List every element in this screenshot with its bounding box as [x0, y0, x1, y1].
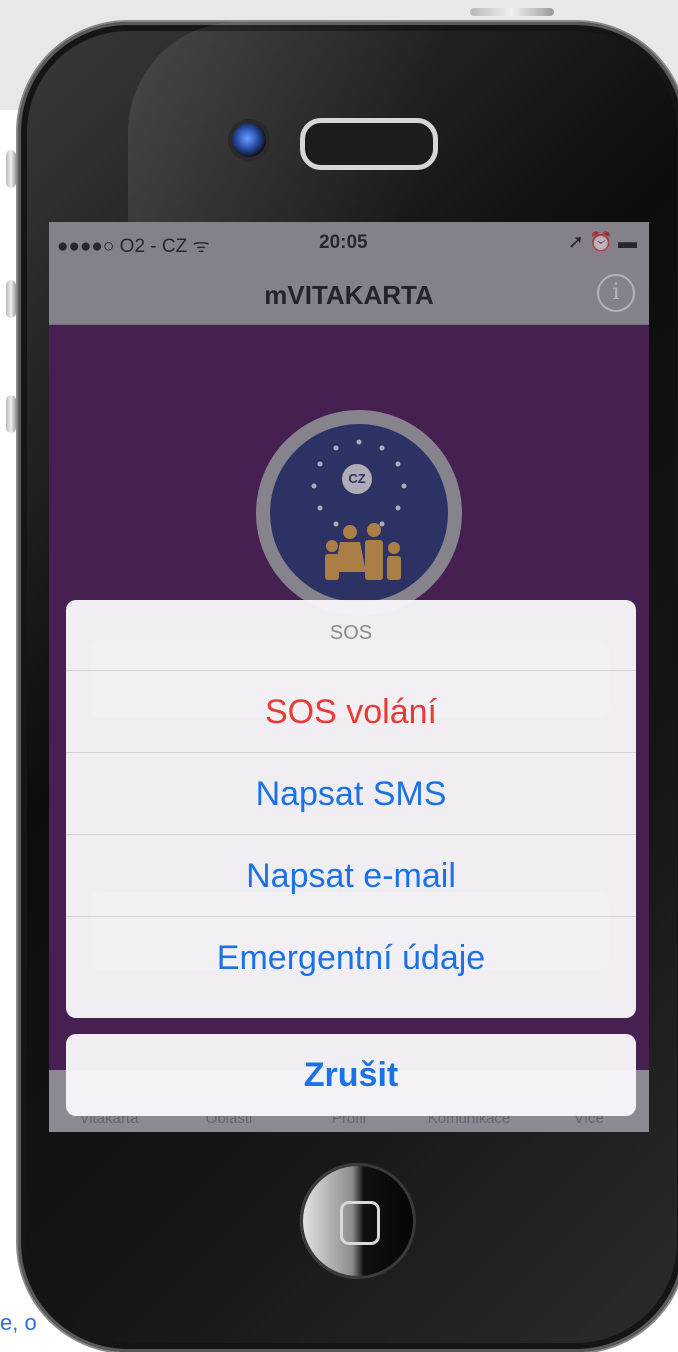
- background-text-snippet: e, o: [0, 1310, 37, 1335]
- home-square-icon: [340, 1201, 380, 1245]
- front-camera-icon: [232, 123, 266, 157]
- write-email-button[interactable]: Napsat e-mail: [66, 834, 636, 917]
- home-button[interactable]: [300, 1163, 416, 1279]
- cancel-button[interactable]: Zrušit: [66, 1034, 636, 1116]
- sos-call-button[interactable]: SOS volání: [66, 670, 636, 753]
- volume-down-button: [6, 395, 16, 433]
- phone-screen: ●●●●○ O2 - CZ ᯤ 20:05 ➚ ⏰ ▬ mVITAKARTA i: [49, 222, 649, 1132]
- write-sms-button[interactable]: Napsat SMS: [66, 752, 636, 835]
- sos-action-sheet: SOS SOS volání Napsat SMS Napsat e-mail …: [66, 600, 636, 1018]
- sleep-button: [470, 8, 554, 16]
- volume-up-button: [6, 280, 16, 318]
- mute-switch: [6, 150, 16, 188]
- action-sheet-title: SOS: [329, 622, 373, 644]
- emergency-data-button[interactable]: Emergentní údaje: [66, 916, 636, 999]
- earpiece-speaker: [300, 118, 438, 170]
